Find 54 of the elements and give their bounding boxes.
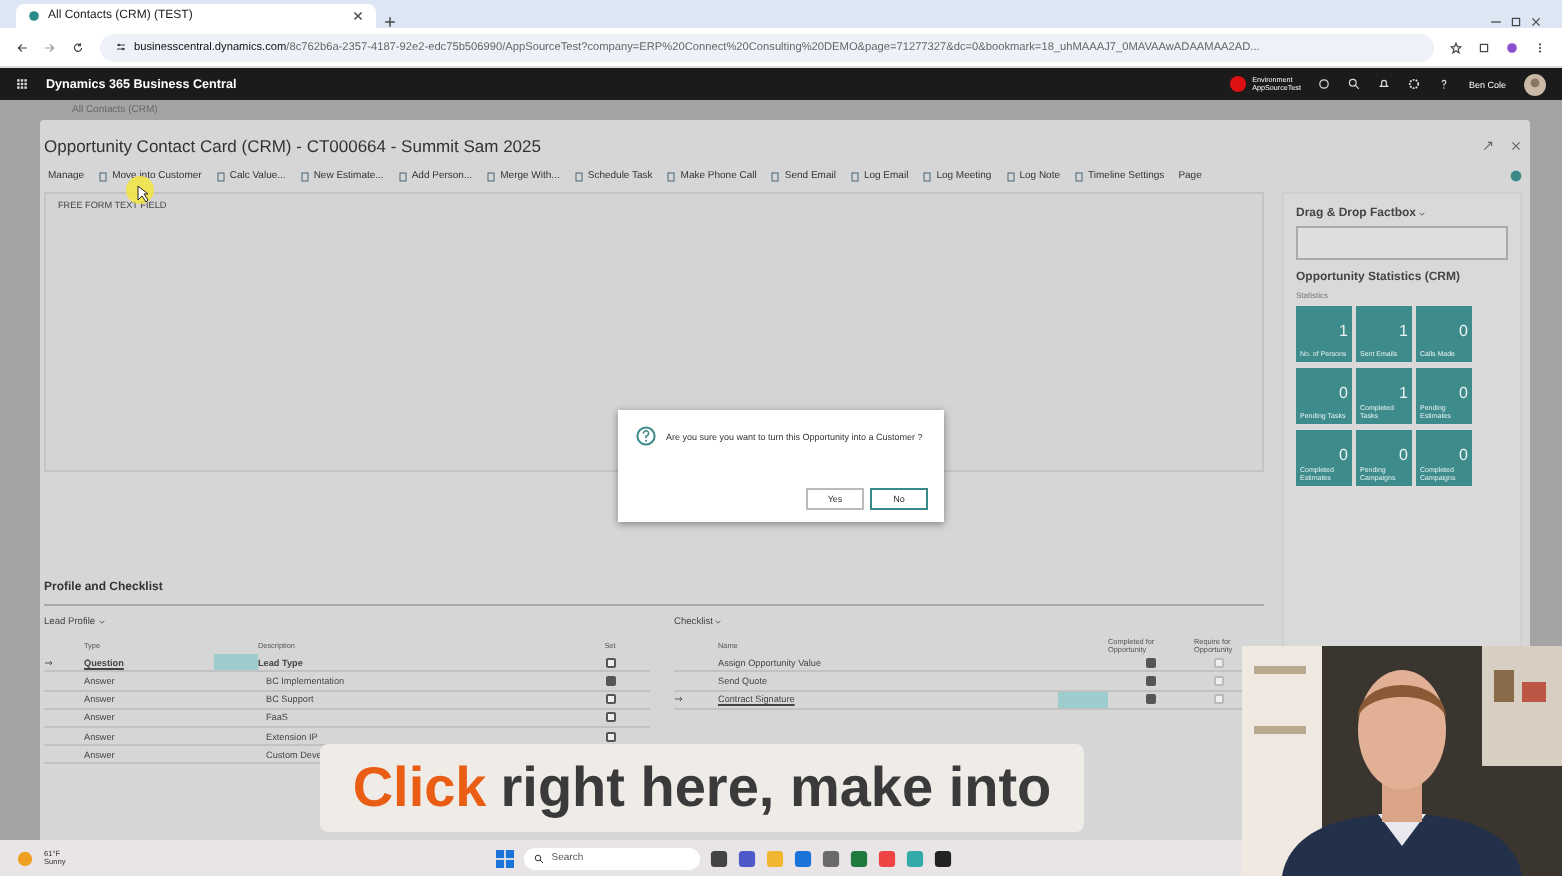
environment-icon [1230,76,1247,92]
reload-icon[interactable] [72,41,84,53]
minimize-icon[interactable] [1490,16,1502,28]
checkbox[interactable] [605,657,615,668]
weather-icon [16,849,34,867]
checkbox[interactable] [605,694,615,705]
expand-icon[interactable] [1482,140,1494,152]
avatar-icon [1524,73,1546,95]
search-icon [533,853,544,863]
arrow-icon [674,694,684,705]
profile-icon[interactable] [1506,41,1518,53]
checkbox[interactable] [1213,675,1223,686]
new-tab-icon[interactable] [384,16,396,28]
maximize-icon[interactable] [1510,16,1522,28]
action-icon [666,171,677,181]
chevron-down-icon [714,618,723,626]
back-icon[interactable] [16,41,28,53]
checkbox[interactable] [1213,694,1223,705]
action-icon [215,171,226,181]
site-settings-icon [116,42,126,52]
action-icon [922,171,933,181]
checkbox[interactable] [605,712,615,723]
action-icon [1005,171,1016,181]
close-icon[interactable] [1530,16,1542,28]
help-icon[interactable] [1438,78,1451,90]
star-icon[interactable] [1450,41,1462,53]
drop-field[interactable] [1296,226,1508,260]
card-title: Opportunity Contact Card (CRM) - CT000664 - Summit Sam 2025 [44,136,543,156]
action-icon [770,171,781,181]
site-icon [28,10,40,22]
chevron-down-icon [1418,210,1427,218]
close-icon[interactable] [352,10,364,22]
question-icon [636,426,656,446]
action-icon [1074,171,1085,181]
checkbox[interactable] [1146,675,1156,686]
action-icon [299,171,310,181]
checkbox[interactable] [605,675,615,686]
arrow-icon [44,657,54,668]
caption-toast: Click right here, make into [320,744,1084,832]
checkbox[interactable] [1146,694,1156,705]
app-launcher-icon[interactable] [16,78,28,90]
chevron-down-icon [97,618,106,626]
bell-icon[interactable] [1378,78,1391,90]
settings-icon[interactable] [1408,78,1421,90]
checkbox[interactable] [605,731,615,742]
action-icon [486,171,497,181]
action-icon [98,171,109,181]
checkbox[interactable] [1213,657,1223,668]
action-icon [397,171,408,181]
action-icon [573,171,584,181]
windows-icon[interactable] [495,849,514,867]
action-icon [849,171,860,181]
search-icon[interactable] [1348,78,1361,90]
checkbox[interactable] [1146,657,1156,668]
